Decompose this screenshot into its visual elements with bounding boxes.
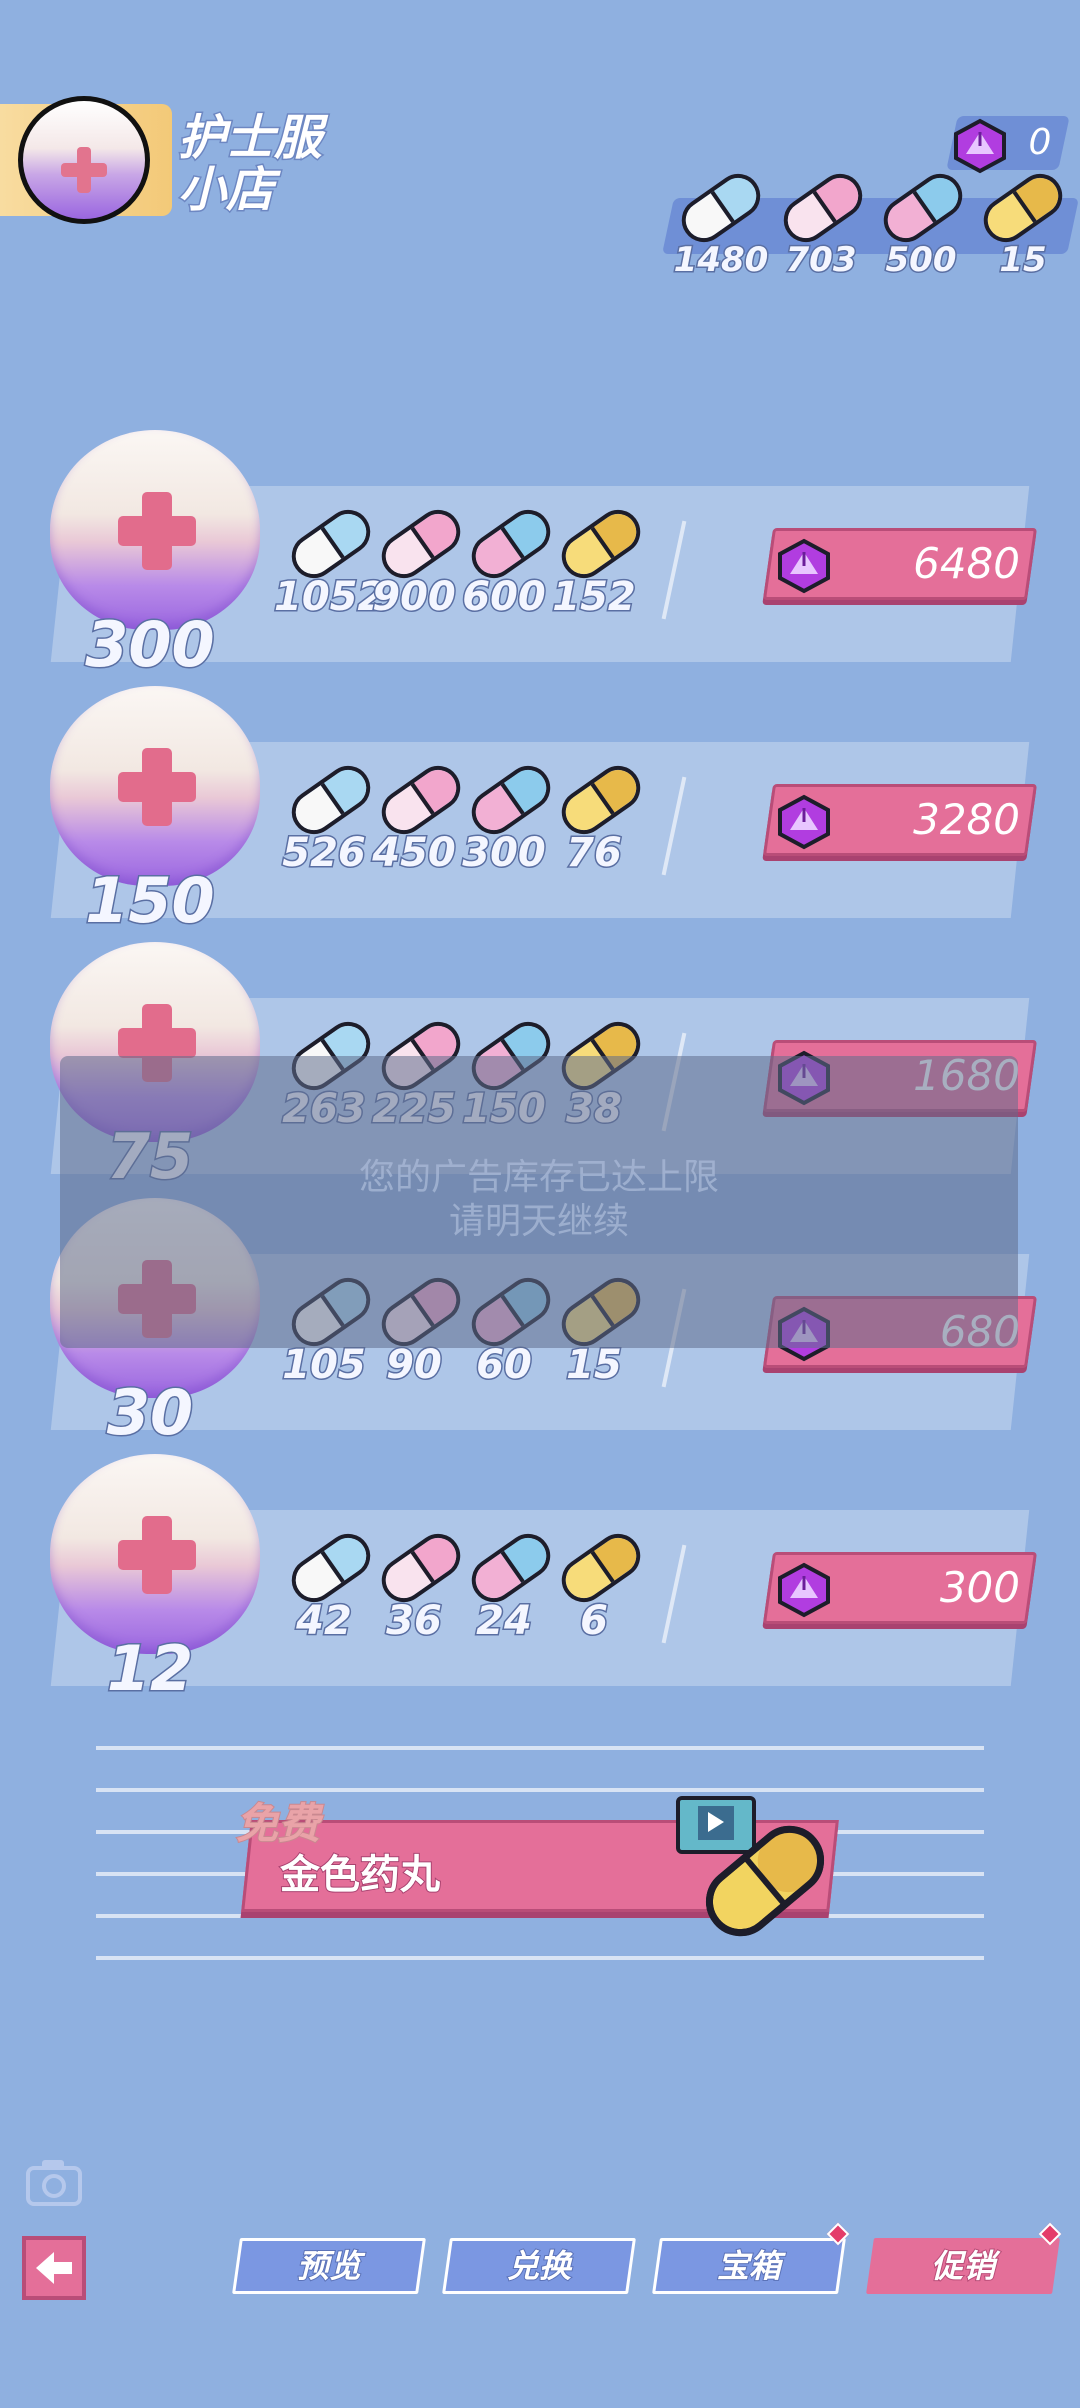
decor-stripe [96, 1746, 984, 1750]
pink-pill-qty: 900 [371, 573, 458, 622]
pink-pill-qty: 450 [371, 829, 458, 878]
offer-amount: 30 [105, 1375, 194, 1451]
gem-icon [778, 538, 830, 594]
gold-pill-qty: 6 [579, 1597, 610, 1646]
white-pill-qty: 42 [295, 1597, 354, 1646]
offer-row: 150 526 450 300 76 3280 [0, 686, 1080, 946]
decor-stripe [96, 1788, 984, 1792]
decor-stripe [96, 1914, 984, 1918]
decor-stripe [96, 1956, 984, 1960]
big-gold-pill-icon [705, 1825, 825, 1937]
price-label: 6480 [913, 539, 1020, 588]
blue-pill-qty: 300 [461, 829, 548, 878]
white-pill-icon [673, 165, 769, 251]
tab-preview-label: 预览 [296, 2246, 362, 2286]
blue-pill-icon [463, 1525, 559, 1611]
offer-row: 300 1052 900 600 152 6480 [0, 430, 1080, 690]
shop-title-line1: 护士服 [177, 110, 324, 166]
white-pill-qty: 526 [281, 829, 368, 878]
camera-icon[interactable] [24, 2156, 84, 2208]
blue-pill-icon [463, 757, 559, 843]
pink-pill-icon [373, 1525, 469, 1611]
gold-pill-qty: 76 [565, 829, 624, 878]
gold-pill-icon [553, 757, 649, 843]
pink-pill-qty: 90 [385, 1341, 444, 1390]
back-arrow-icon [36, 2252, 72, 2284]
offer-row: 12 42 36 24 6 300 [0, 1454, 1080, 1714]
toast-message: 您的广告库存已达上限 请明天继续 [60, 1156, 1018, 1244]
price-label: 300 [939, 1563, 1020, 1612]
blue-pill-qty: 60 [475, 1341, 534, 1390]
offer-amount: 150 [84, 863, 216, 939]
gold-pill-icon [975, 165, 1071, 251]
tab-chest-label: 宝箱 [716, 2246, 782, 2286]
back-button[interactable] [22, 2236, 86, 2300]
blue-pill-icon [875, 165, 971, 251]
gold-pill-qty: 15 [565, 1341, 624, 1390]
free-offer-label: 金色药丸 [279, 1851, 441, 1899]
white-pill-icon [283, 1525, 379, 1611]
nurse-cap-icon [50, 430, 260, 630]
white-pill-qty: 105 [281, 1341, 368, 1390]
pink-pill-count: 703 [784, 239, 858, 282]
toast-line1: 您的广告库存已达上限 [358, 1157, 719, 1198]
gold-pill-qty: 152 [551, 573, 638, 622]
gold-pill-count: 15 [998, 239, 1048, 282]
gold-pill-icon [553, 1525, 649, 1611]
toast-line2: 请明天继续 [448, 1201, 629, 1242]
shop-title-line2: 小店 [177, 162, 276, 218]
white-pill-qty: 1052 [273, 573, 387, 622]
blue-pill-qty: 600 [461, 573, 548, 622]
blue-pill-qty: 24 [475, 1597, 534, 1646]
shop-title: 护士服 小店 [177, 110, 378, 218]
pink-pill-qty: 36 [385, 1597, 444, 1646]
white-pill-icon [283, 501, 379, 587]
price-label: 3280 [913, 795, 1020, 844]
pink-pill-icon [373, 757, 469, 843]
pink-pill-icon [373, 501, 469, 587]
gem-count: 0 [1028, 122, 1052, 163]
nurse-cap-shop-icon [18, 96, 150, 224]
tab-exchange-label: 兑换 [506, 2246, 572, 2286]
gem-icon [778, 794, 830, 850]
nurse-cap-icon [50, 686, 260, 886]
tab-sale-label: 促销 [930, 2246, 996, 2286]
white-pill-icon [283, 757, 379, 843]
gold-pill-icon [553, 501, 649, 587]
white-pill-count: 1480 [672, 239, 770, 282]
nurse-cap-icon [50, 1454, 260, 1654]
offer-amount: 300 [84, 607, 216, 683]
gem-icon [954, 118, 1006, 174]
blue-pill-count: 500 [884, 239, 958, 282]
gem-icon [778, 1562, 830, 1618]
offer-amount: 12 [105, 1631, 194, 1707]
blue-pill-icon [463, 501, 559, 587]
pink-pill-icon [775, 165, 871, 251]
